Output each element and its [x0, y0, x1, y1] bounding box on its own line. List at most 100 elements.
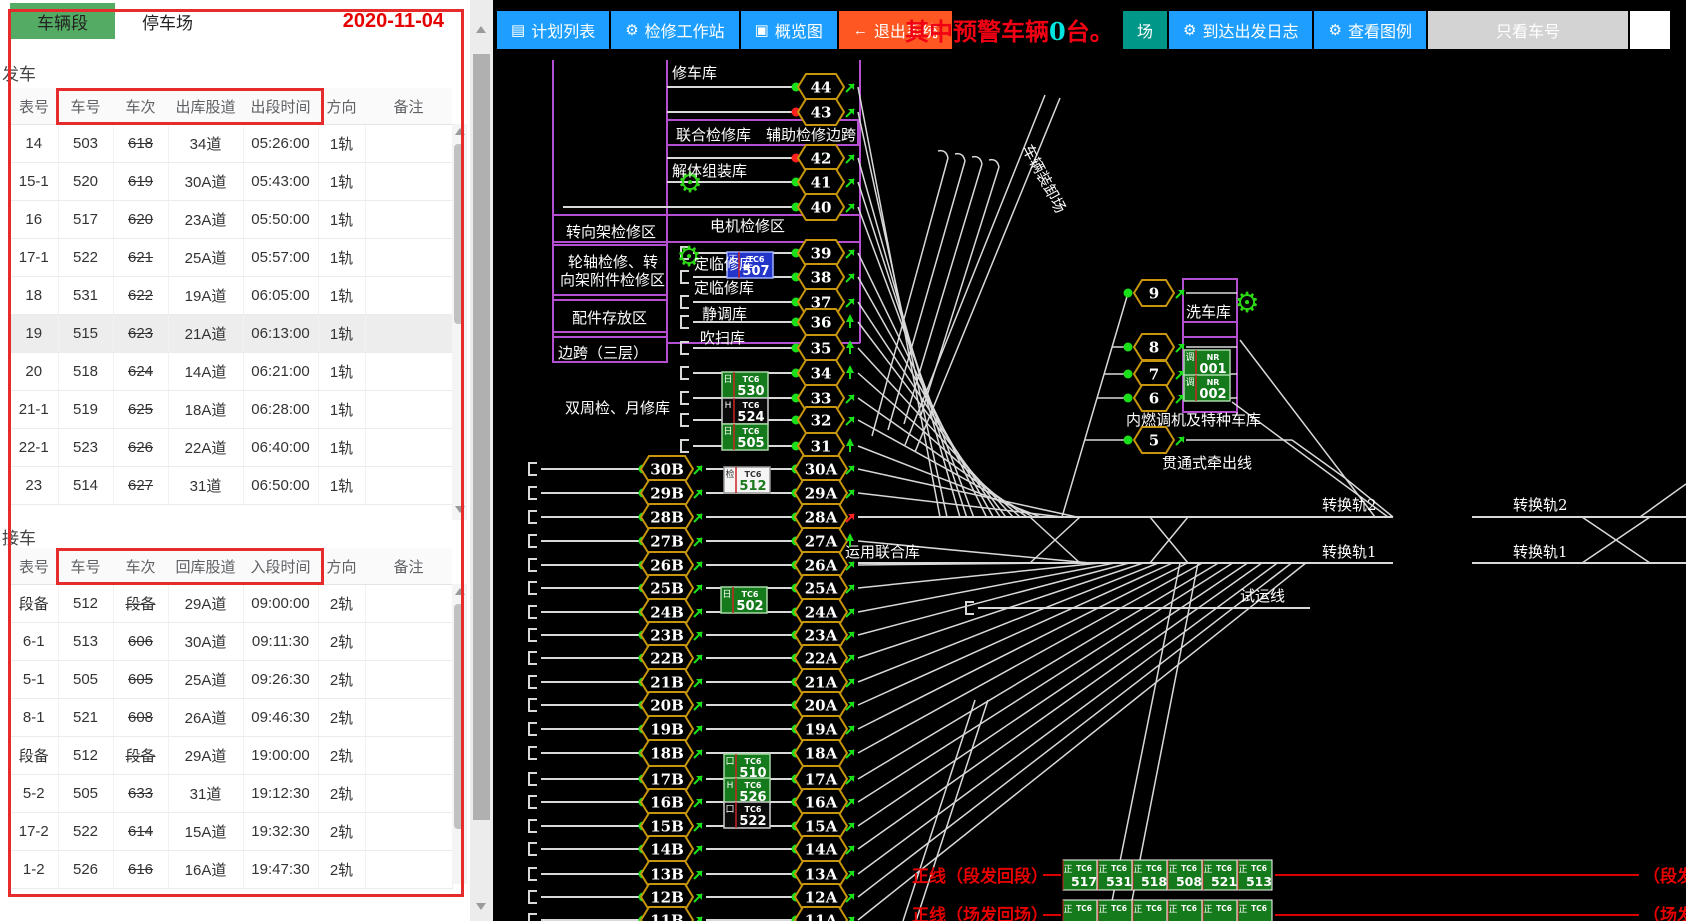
track-number-badge[interactable]: 20A [795, 692, 847, 718]
mainline-train-badge[interactable]: 正TC6 [1133, 900, 1167, 921]
only-car-number-button[interactable]: 只看车号 [1428, 11, 1628, 49]
track-number-badge[interactable]: 6 [1134, 385, 1174, 411]
track-number-badge[interactable]: 19B [641, 716, 693, 742]
train-badge[interactable]: 口TC6522 [724, 802, 770, 829]
diagram-label: 内燃调机及特种车库 [1126, 411, 1261, 429]
track-number-badge[interactable]: 29A [795, 480, 847, 506]
track-number-badge[interactable]: 25A [795, 575, 847, 601]
track-number-badge[interactable]: 14B [641, 836, 693, 862]
mainline-train-badge[interactable]: 正TC6508 [1168, 860, 1202, 890]
track-number-badge[interactable]: 30B [641, 456, 693, 482]
field-button[interactable]: 场 [1123, 11, 1167, 49]
svg-text:35: 35 [811, 340, 832, 358]
train-badge[interactable]: HTC6524 [722, 398, 768, 425]
track-number-badge[interactable]: 9 [1134, 280, 1174, 306]
svg-text:30A: 30A [805, 461, 838, 479]
gear-icon[interactable]: ⚙ [1234, 286, 1259, 319]
track-number-badge[interactable]: 43 [798, 99, 844, 125]
svg-text:16A: 16A [805, 794, 838, 812]
train-badge[interactable]: 检TC6512 [724, 467, 770, 494]
track-number-badge[interactable]: 44 [798, 74, 844, 100]
signal-dot-green [1124, 394, 1133, 403]
track-number-badge[interactable]: 27B [641, 528, 693, 554]
svg-text:20A: 20A [805, 697, 838, 715]
track-number-badge[interactable]: 8 [1134, 334, 1174, 360]
svg-text:TC6: TC6 [745, 470, 762, 479]
svg-text:19A: 19A [805, 721, 838, 739]
track-number-badge[interactable]: 40 [798, 194, 844, 220]
mainline-train-badge[interactable]: 正TC6517 [1063, 860, 1097, 890]
train-badge[interactable]: 日TC6502 [721, 587, 767, 614]
diagram-label: 电机检修区 [710, 217, 785, 235]
track-number-badge[interactable]: 29B [641, 480, 693, 506]
train-badge[interactable]: HTC6526 [724, 778, 770, 805]
arrival-log-button[interactable]: ⚙ 到达出发日志 [1169, 11, 1312, 49]
svg-text:TC6: TC6 [1251, 904, 1267, 913]
train-badge[interactable]: 日TC6530 [722, 372, 768, 399]
train-badge[interactable]: 日TC6505 [722, 424, 768, 451]
workstation-button[interactable]: ⚙ 检修工作站 [611, 11, 738, 49]
track-number-badge[interactable]: 16B [641, 789, 693, 815]
track-number-badge[interactable]: 34 [798, 360, 844, 386]
track-number-badge[interactable]: 39 [798, 240, 844, 266]
svg-text:正: 正 [1238, 905, 1247, 915]
toolbar-blank-box[interactable] [1630, 11, 1670, 49]
track-number-badge[interactable]: 27A [795, 528, 847, 554]
plan-list-button[interactable]: ▤ 计划列表 [497, 11, 609, 49]
svg-text:29A: 29A [805, 485, 838, 503]
track-number-badge[interactable]: 11B [641, 907, 693, 921]
track-end-icon [529, 699, 537, 711]
track-number-badge[interactable]: 41 [798, 169, 844, 195]
mainline-train-badge[interactable]: 正TC6518 [1133, 860, 1167, 890]
track-number-badge[interactable]: 11A [795, 907, 847, 921]
svg-text:TC6: TC6 [1146, 864, 1162, 873]
track-number-badge[interactable]: 5 [1134, 427, 1174, 453]
buffer-hook-icon [955, 154, 965, 161]
mainline-train-badge[interactable]: 正TC6521 [1203, 860, 1237, 890]
track-number-badge[interactable]: 30A [795, 456, 847, 482]
signal-dot-green [1124, 370, 1133, 379]
overview-button[interactable]: ▣ 概览图 [741, 11, 837, 49]
track-number-badge[interactable]: 22A [795, 645, 847, 671]
svg-text:22A: 22A [805, 650, 838, 668]
svg-text:24A: 24A [805, 604, 838, 622]
train-badge[interactable]: 调NR001 [1184, 350, 1230, 377]
svg-text:口: 口 [725, 757, 734, 767]
track-end-icon [681, 440, 689, 452]
track-number-badge[interactable]: 18A [795, 740, 847, 766]
track-number-badge[interactable]: 18B [641, 740, 693, 766]
track-number-badge[interactable]: 14A [795, 836, 847, 862]
gear-icon: ⚙ [1328, 23, 1341, 38]
mainline-train-badge[interactable]: 正TC6513 [1238, 860, 1272, 890]
diagram-label: 转换轨2 [1513, 496, 1568, 514]
route-arrow-icon [846, 84, 854, 92]
svg-text:TC6: TC6 [745, 805, 762, 814]
track-number-badge[interactable]: 19A [795, 716, 847, 742]
track-number-badge[interactable]: 28B [641, 504, 693, 530]
mainline-train-badge[interactable]: 正TC6 [1063, 900, 1097, 921]
train-badge[interactable]: 口TC6510 [724, 754, 770, 781]
track-number-badge[interactable]: 16A [795, 789, 847, 815]
view-legend-button[interactable]: ⚙ 查看图例 [1314, 11, 1425, 49]
track-number-badge[interactable]: 42 [798, 145, 844, 171]
overview-icon: ▣ [755, 23, 769, 38]
svg-text:TC6: TC6 [1216, 904, 1232, 913]
track-number-badge[interactable]: 7 [1134, 361, 1174, 387]
svg-text:13A: 13A [805, 866, 838, 884]
track-number-badge[interactable]: 35 [798, 335, 844, 361]
track-number-badge[interactable]: 25B [641, 575, 693, 601]
track-number-badge[interactable]: 22B [641, 645, 693, 671]
diagram-label: （场发回段） [1643, 905, 1686, 921]
mainline-train-badge[interactable]: 正TC6 [1098, 900, 1132, 921]
train-badge[interactable]: 调NR002 [1184, 375, 1230, 402]
track-number-badge[interactable]: 38 [798, 264, 844, 290]
track-number-badge[interactable]: 36 [798, 309, 844, 335]
mainline-train-badge[interactable]: 正TC6531 [1098, 860, 1132, 890]
mainline-train-badge[interactable]: 正TC6 [1168, 900, 1202, 921]
mainline-train-badge[interactable]: 正TC6 [1203, 900, 1237, 921]
track-number-badge[interactable]: 28A [795, 504, 847, 530]
track-number-badge[interactable]: 20B [641, 692, 693, 718]
track-number-badge[interactable]: 32 [798, 407, 844, 433]
mainline-train-badge[interactable]: 正 TC6 [1238, 900, 1272, 921]
svg-text:531: 531 [1106, 874, 1132, 889]
